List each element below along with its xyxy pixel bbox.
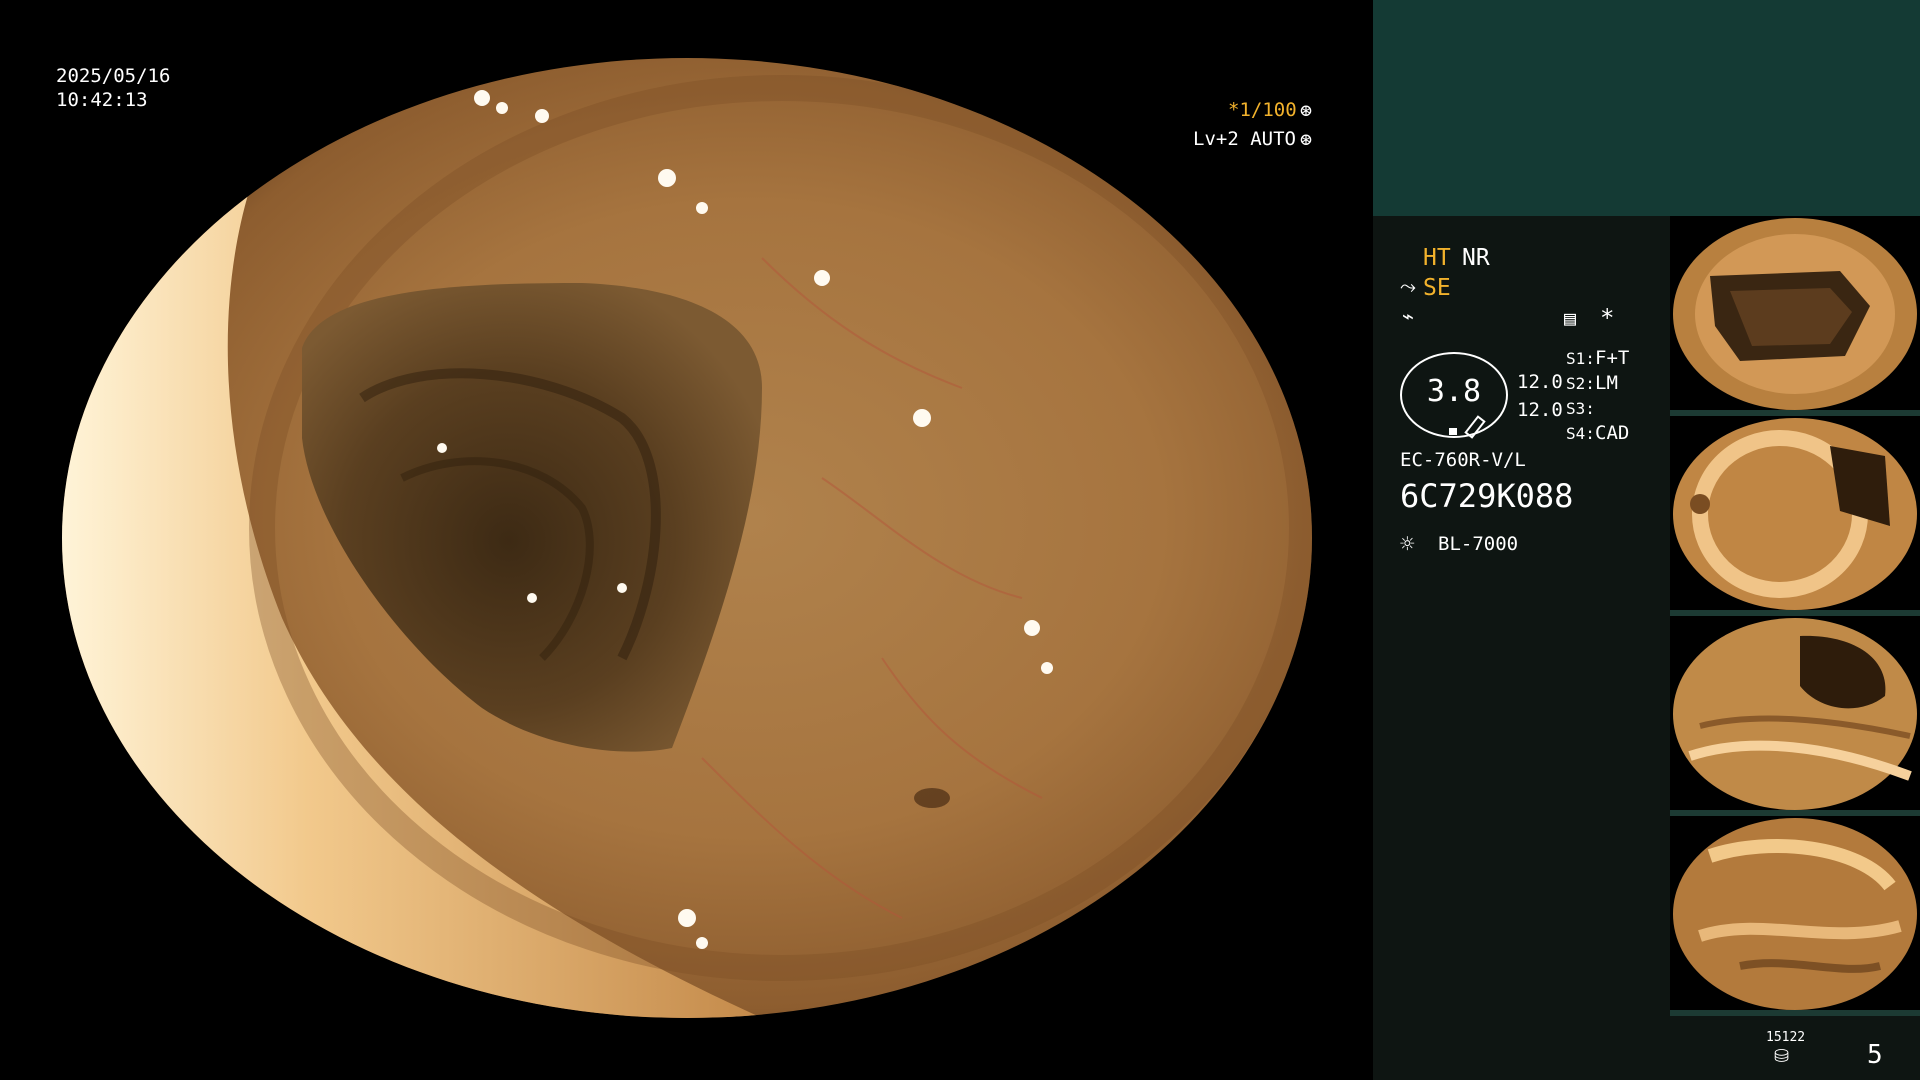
se-indicator: SE — [1423, 275, 1451, 301]
endoscope-main-view — [62, 58, 1312, 1018]
zoom-scale-top: 12.0 — [1517, 371, 1563, 393]
info-panel-header — [1373, 0, 1920, 216]
scope-model: EC-760R-V/L — [1400, 449, 1526, 471]
nr-indicator: NR — [1462, 245, 1490, 271]
aperture-icon: ⊛ — [1300, 127, 1313, 151]
ht-indicator: HT — [1423, 245, 1451, 271]
thumbnail-3-image — [1673, 618, 1917, 810]
thumbnail-4[interactable] — [1670, 816, 1920, 1012]
capture-count: 5 — [1867, 1040, 1883, 1070]
s2-value: LM — [1595, 372, 1618, 394]
thumbnail-2[interactable] — [1670, 416, 1920, 612]
zoom-scale-bottom: 12.0 — [1517, 399, 1563, 421]
exam-time: 10:42:13 — [56, 89, 148, 111]
s4-label: S4: — [1566, 424, 1595, 443]
thumbnail-divider — [1670, 1010, 1920, 1016]
thumbnail-3[interactable] — [1670, 616, 1920, 812]
s2-label: S2: — [1566, 374, 1595, 393]
shutter-speed: *1/100 — [1228, 99, 1297, 121]
storage-disk-icon: ⛁ — [1774, 1046, 1790, 1067]
exam-date: 2025/05/16 — [56, 65, 171, 87]
colon-lumen-image — [62, 58, 1312, 1018]
s1-label: S1: — [1566, 349, 1595, 368]
s4-value: CAD — [1595, 422, 1630, 444]
storage-label: 15122 — [1766, 1030, 1806, 1045]
thumbnail-4-image — [1673, 818, 1917, 1010]
s3-label: S3: — [1566, 399, 1595, 418]
thumbnail-1-image — [1673, 218, 1917, 410]
capture-marker: * — [1600, 304, 1615, 332]
picture-mode-icon: ▤ — [1564, 306, 1577, 330]
zoom-value: 3.8 — [1426, 374, 1482, 409]
lightning-icon: ⌁ — [1402, 304, 1415, 328]
zoom-tick-icon — [1449, 428, 1457, 435]
s1-value: F+T — [1595, 347, 1630, 369]
light-source: BL-7000 — [1438, 533, 1519, 555]
enhance-icon: ⤳ — [1400, 274, 1416, 298]
thumbnail-2-image — [1673, 418, 1917, 610]
light-source-icon: ☼ — [1400, 530, 1415, 558]
brightness-level: Lv+2 AUTO — [1193, 128, 1296, 150]
thumbnail-1[interactable] — [1670, 216, 1920, 412]
aperture-icon: ⊛ — [1300, 98, 1313, 122]
scope-serial: 6C729K088 — [1400, 477, 1574, 515]
